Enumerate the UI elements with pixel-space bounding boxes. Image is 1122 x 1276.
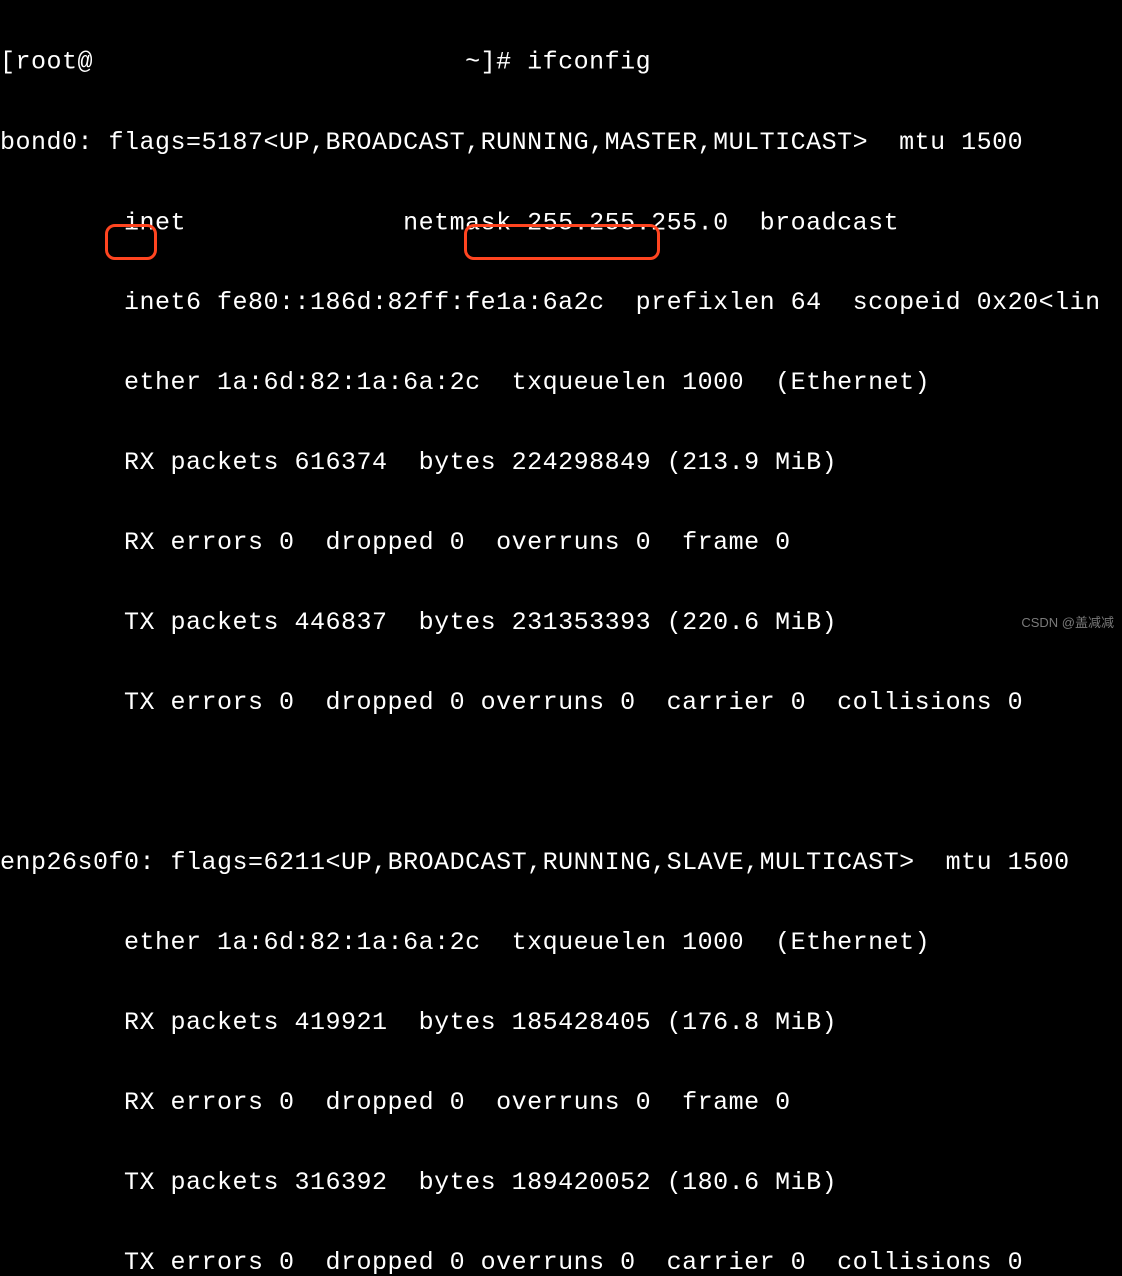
prompt-host-redacted: ███████████████████████ xyxy=(93,42,450,82)
bond0-name: bond0: xyxy=(0,128,93,157)
bond0-inet-redacted: ███████████ xyxy=(202,203,373,243)
enp-rx-errors-line: RX errors 0 dropped 0 overruns 0 frame 0 xyxy=(0,1083,1122,1123)
prompt-prefix: [root@ xyxy=(0,48,93,77)
blank-line xyxy=(0,763,1122,803)
enp-tx-errors-line: TX errors 0 dropped 0 overruns 0 carrier… xyxy=(0,1243,1122,1276)
bond0-rx-packets-line: RX packets 616374 bytes 224298849 (213.9… xyxy=(0,443,1122,483)
enp-flags: flags=6211<UP,BROADCAST,RUNNING,SLAVE,MU… xyxy=(155,848,1070,877)
prompt-line[interactable]: [root@███████████████████████ ~]# ifconf… xyxy=(0,42,1122,83)
bond0-flags: flags=5187<UP,BROADCAST,RUNNING,MASTER,M… xyxy=(93,128,1023,157)
terminal-output: [root@███████████████████████ ~]# ifconf… xyxy=(0,0,1122,1276)
watermark-text: CSDN @盖减减 xyxy=(1021,613,1114,634)
enp-tx-packets-line: TX packets 316392 bytes 189420052 (180.6… xyxy=(0,1163,1122,1203)
rx-label-highlight: RX xyxy=(0,528,155,557)
bond0-tx-errors-line: TX errors 0 dropped 0 overruns 0 carrier… xyxy=(0,683,1122,723)
overruns-highlight: overruns 0 xyxy=(481,528,667,557)
bond0-inet-line: inet ███████████ netmask 255.255.255.0 b… xyxy=(0,203,1122,244)
enp-header: enp26s0f0: flags=6211<UP,BROADCAST,RUNNI… xyxy=(0,843,1122,883)
bond0-tx-packets-line: TX packets 446837 bytes 231353393 (220.6… xyxy=(0,603,1122,643)
enp-ether-line: ether 1a:6d:82:1a:6a:2c txqueuelen 1000 … xyxy=(0,923,1122,963)
enp-name: enp26s0f0: xyxy=(0,848,155,877)
command-text: ifconfig xyxy=(527,48,651,77)
bond0-inet-label: inet xyxy=(0,208,202,237)
prompt-suffix: ~]# xyxy=(450,48,528,77)
bond0-inet-rest: netmask 255.255.255.0 broadcast xyxy=(372,208,915,237)
bond0-rx-errors-line: RX errors 0 dropped 0 overruns 0 frame 0 xyxy=(0,523,1122,563)
bond0-header: bond0: flags=5187<UP,BROADCAST,RUNNING,M… xyxy=(0,123,1122,163)
enp-rx-packets-line: RX packets 419921 bytes 185428405 (176.8… xyxy=(0,1003,1122,1043)
rx-errors-mid1: errors 0 dropped 0 xyxy=(155,528,481,557)
rx-errors-mid2: frame 0 xyxy=(667,528,791,557)
bond0-inet6-line: inet6 fe80::186d:82ff:fe1a:6a2c prefixle… xyxy=(0,283,1122,323)
bond0-bcast-redacted: ███████████ xyxy=(915,203,1086,243)
bond0-ether-line: ether 1a:6d:82:1a:6a:2c txqueuelen 1000 … xyxy=(0,363,1122,403)
